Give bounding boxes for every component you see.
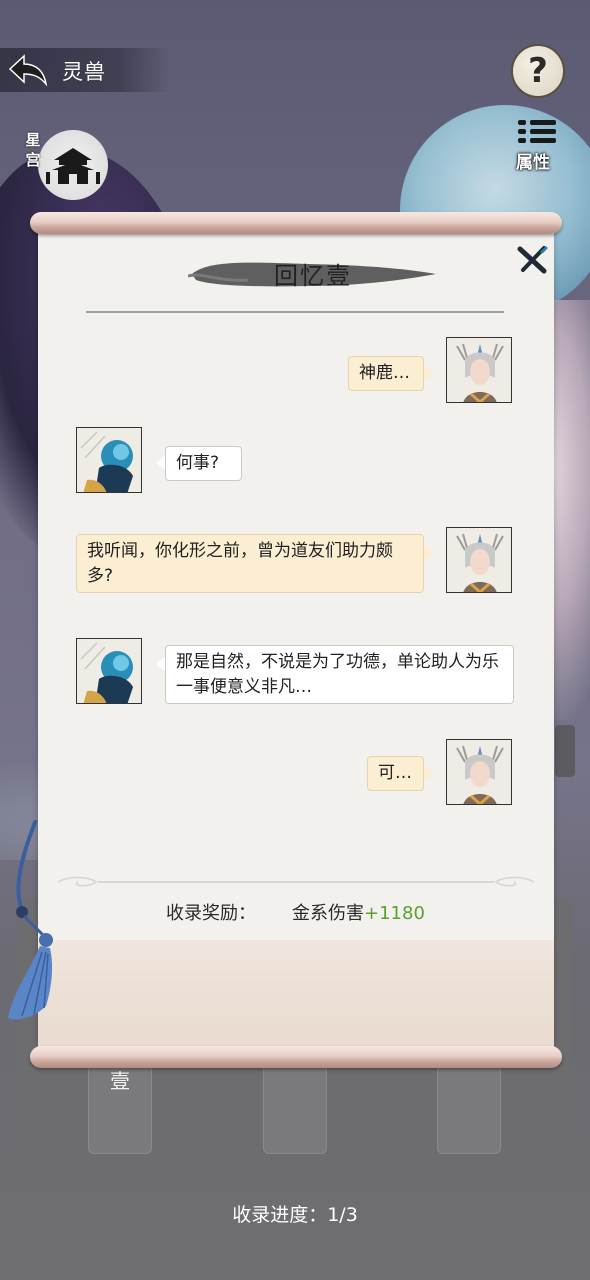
dialogue-bubble-5: 可… bbox=[367, 756, 424, 791]
dialogue-text: 神鹿… bbox=[359, 363, 410, 383]
page-title: 灵兽 bbox=[62, 60, 106, 84]
dialogue-text: 何事? bbox=[176, 453, 220, 473]
reward-value: +1180 bbox=[364, 903, 425, 924]
attributes-label: 属性 bbox=[516, 153, 550, 173]
close-button[interactable] bbox=[515, 243, 549, 277]
attributes-button[interactable]: 属性 bbox=[512, 118, 564, 173]
memory-card-label: 壹 bbox=[110, 1069, 130, 1093]
avatar-deer bbox=[446, 527, 512, 593]
reward-name: 金系伤害 bbox=[292, 903, 364, 924]
dialogue-bubble-4: 那是自然，不说是为了功德，单论助人为乐一事便意义非凡… bbox=[165, 645, 514, 704]
help-button[interactable]: ? bbox=[511, 44, 565, 98]
dialogue-text: 可… bbox=[378, 763, 412, 783]
back-button[interactable] bbox=[6, 52, 50, 88]
progress-value: 1/3 bbox=[327, 1204, 358, 1226]
dialogue-text: 我听闻，你化形之前，曾为道友们助力颇多? bbox=[87, 541, 393, 586]
star-palace-label: 星宫 bbox=[25, 131, 41, 169]
bubble-tail bbox=[424, 365, 434, 381]
cloud-divider bbox=[58, 876, 534, 887]
deer-spirit-portrait-icon bbox=[447, 338, 511, 402]
help-icon: ? bbox=[528, 51, 548, 91]
title-underline bbox=[86, 311, 504, 313]
side-panel-edge bbox=[555, 725, 575, 777]
dialogue-bubble-2: 何事? bbox=[165, 446, 242, 481]
memory-title: 回忆壹 bbox=[274, 262, 352, 290]
avatar-beast bbox=[76, 427, 142, 493]
scroll-footer-paper bbox=[38, 940, 554, 1048]
spirit-beast-portrait-icon bbox=[77, 639, 141, 703]
collection-progress: 收录进度：1/3 bbox=[0, 1200, 590, 1227]
reward-label: 收录奖励： bbox=[166, 903, 256, 924]
reward-item: 金系伤害+1180 bbox=[292, 899, 425, 925]
deer-spirit-portrait-icon bbox=[447, 528, 511, 592]
dialogue-text: 那是自然，不说是为了功德，单论助人为乐一事便意义非凡… bbox=[176, 652, 499, 697]
bubble-tail bbox=[424, 765, 434, 781]
menu-lines-icon bbox=[518, 118, 556, 146]
close-icon bbox=[517, 246, 548, 274]
dialogue-bubble-3: 我听闻，你化形之前，曾为道友们助力颇多? bbox=[76, 534, 424, 593]
deer-spirit-portrait-icon bbox=[447, 740, 511, 804]
progress-label: 收录进度： bbox=[232, 1204, 328, 1226]
tassel-decoration bbox=[8, 820, 53, 1020]
scroll-rod-top bbox=[30, 212, 562, 234]
avatar-beast bbox=[76, 638, 142, 704]
avatar-deer bbox=[446, 337, 512, 403]
scroll-rod-bottom bbox=[30, 1046, 562, 1068]
dialogue-bubble-1: 神鹿… bbox=[348, 356, 424, 391]
spirit-beast-portrait-icon bbox=[77, 428, 141, 492]
bubble-tail bbox=[424, 545, 434, 561]
avatar-deer bbox=[446, 739, 512, 805]
star-palace-button[interactable] bbox=[38, 130, 108, 200]
back-arrow-icon bbox=[8, 54, 48, 87]
palace-icon bbox=[46, 148, 100, 184]
